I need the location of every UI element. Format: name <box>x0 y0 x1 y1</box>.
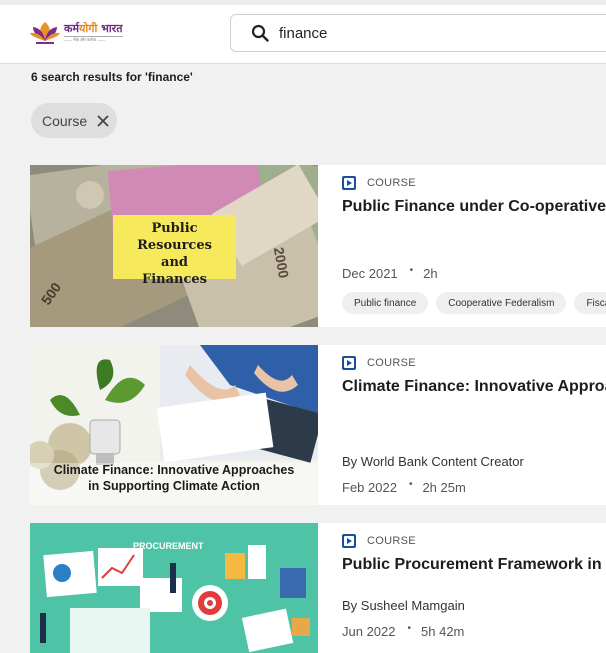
tag[interactable]: Cooperative Federalism <box>436 292 567 314</box>
content-type: COURSE <box>342 356 416 370</box>
content-type: COURSE <box>342 176 416 190</box>
course-thumbnail[interactable]: Climate Finance: Innovative Approaches i… <box>30 345 318 505</box>
course-duration: 2h 25m <box>422 480 466 495</box>
search-icon[interactable] <box>251 24 269 42</box>
course-meta: Jun 2022 • 5h 42m <box>342 623 465 639</box>
logo-text: कर्मयोगी भारत —— सेवा और कर्तव्य —— <box>64 21 123 42</box>
lotus-logo-icon <box>30 22 60 44</box>
course-author: By Susheel Mamgain <box>342 598 465 613</box>
course-date: Dec 2021 <box>342 266 398 281</box>
thumbnail-caption: PROCUREMENT <box>133 541 204 551</box>
results-summary: 6 search results for 'finance' <box>31 70 193 84</box>
course-date: Jun 2022 <box>342 624 396 639</box>
logo-subtitle: —— सेवा और कर्तव्य —— <box>64 35 123 42</box>
search-input[interactable] <box>279 24 579 42</box>
meta-separator: • <box>409 265 414 276</box>
close-icon[interactable] <box>96 114 110 128</box>
karmayogi-logo[interactable]: कर्मयोगी भारत —— सेवा और कर्तव्य —— <box>30 19 130 45</box>
meta-separator: • <box>408 479 413 490</box>
course-duration: 2h <box>423 266 438 281</box>
course-author: By World Bank Content Creator <box>342 454 524 469</box>
card-body: COURSE Climate Finance: Innovative Appro… <box>342 345 606 505</box>
course-title[interactable]: Public Procurement Framework in India <box>342 556 606 574</box>
tag[interactable]: Public finance <box>342 292 429 314</box>
play-icon <box>342 176 356 190</box>
top-header: कर्मयोगी भारत —— सेवा और कर्तव्य —— <box>0 0 606 64</box>
play-icon <box>342 356 356 370</box>
logo-title: कर्मयोगी भारत <box>64 21 123 35</box>
content-type-label: COURSE <box>367 177 416 189</box>
filter-chip-course[interactable]: Course <box>31 103 117 138</box>
course-meta: Dec 2021 • 2h <box>342 265 438 281</box>
meta-separator: • <box>407 623 412 634</box>
course-thumbnail[interactable]: PROCUREMENT <box>30 523 318 653</box>
course-title[interactable]: Public Finance under Co-operative Federa… <box>342 198 606 216</box>
play-icon <box>342 534 356 548</box>
card-body: COURSE Public Procurement Framework in I… <box>342 523 606 653</box>
course-tags: Public finance Cooperative Federalism Fi… <box>342 292 606 314</box>
header-top-strip <box>0 0 606 5</box>
course-meta: Feb 2022 • 2h 25m <box>342 479 466 495</box>
thumbnail-caption: Public Resources and Finances <box>137 221 212 287</box>
search-bar[interactable] <box>230 14 606 52</box>
course-date: Feb 2022 <box>342 480 397 495</box>
course-title[interactable]: Climate Finance: Innovative Approaches i… <box>342 378 606 396</box>
course-thumbnail[interactable]: 500 2000 Public Resources and Finances <box>30 165 318 327</box>
course-card[interactable]: 500 2000 Public Resources and Finances C… <box>30 165 606 327</box>
content-type: COURSE <box>342 534 416 548</box>
course-card[interactable]: Climate Finance: Innovative Approaches i… <box>30 345 606 505</box>
course-duration: 5h 42m <box>421 624 465 639</box>
content-type-label: COURSE <box>367 357 416 369</box>
filter-chip-label: Course <box>42 112 88 129</box>
tag[interactable]: Fiscal <box>574 292 606 314</box>
card-body: COURSE Public Finance under Co-operative… <box>342 165 606 327</box>
course-card[interactable]: PROCUREMENT COURSE Public Procurement Fr… <box>30 523 606 653</box>
thumbnail-caption: Climate Finance: Innovative Approaches i… <box>53 463 295 493</box>
content-type-label: COURSE <box>367 535 416 547</box>
